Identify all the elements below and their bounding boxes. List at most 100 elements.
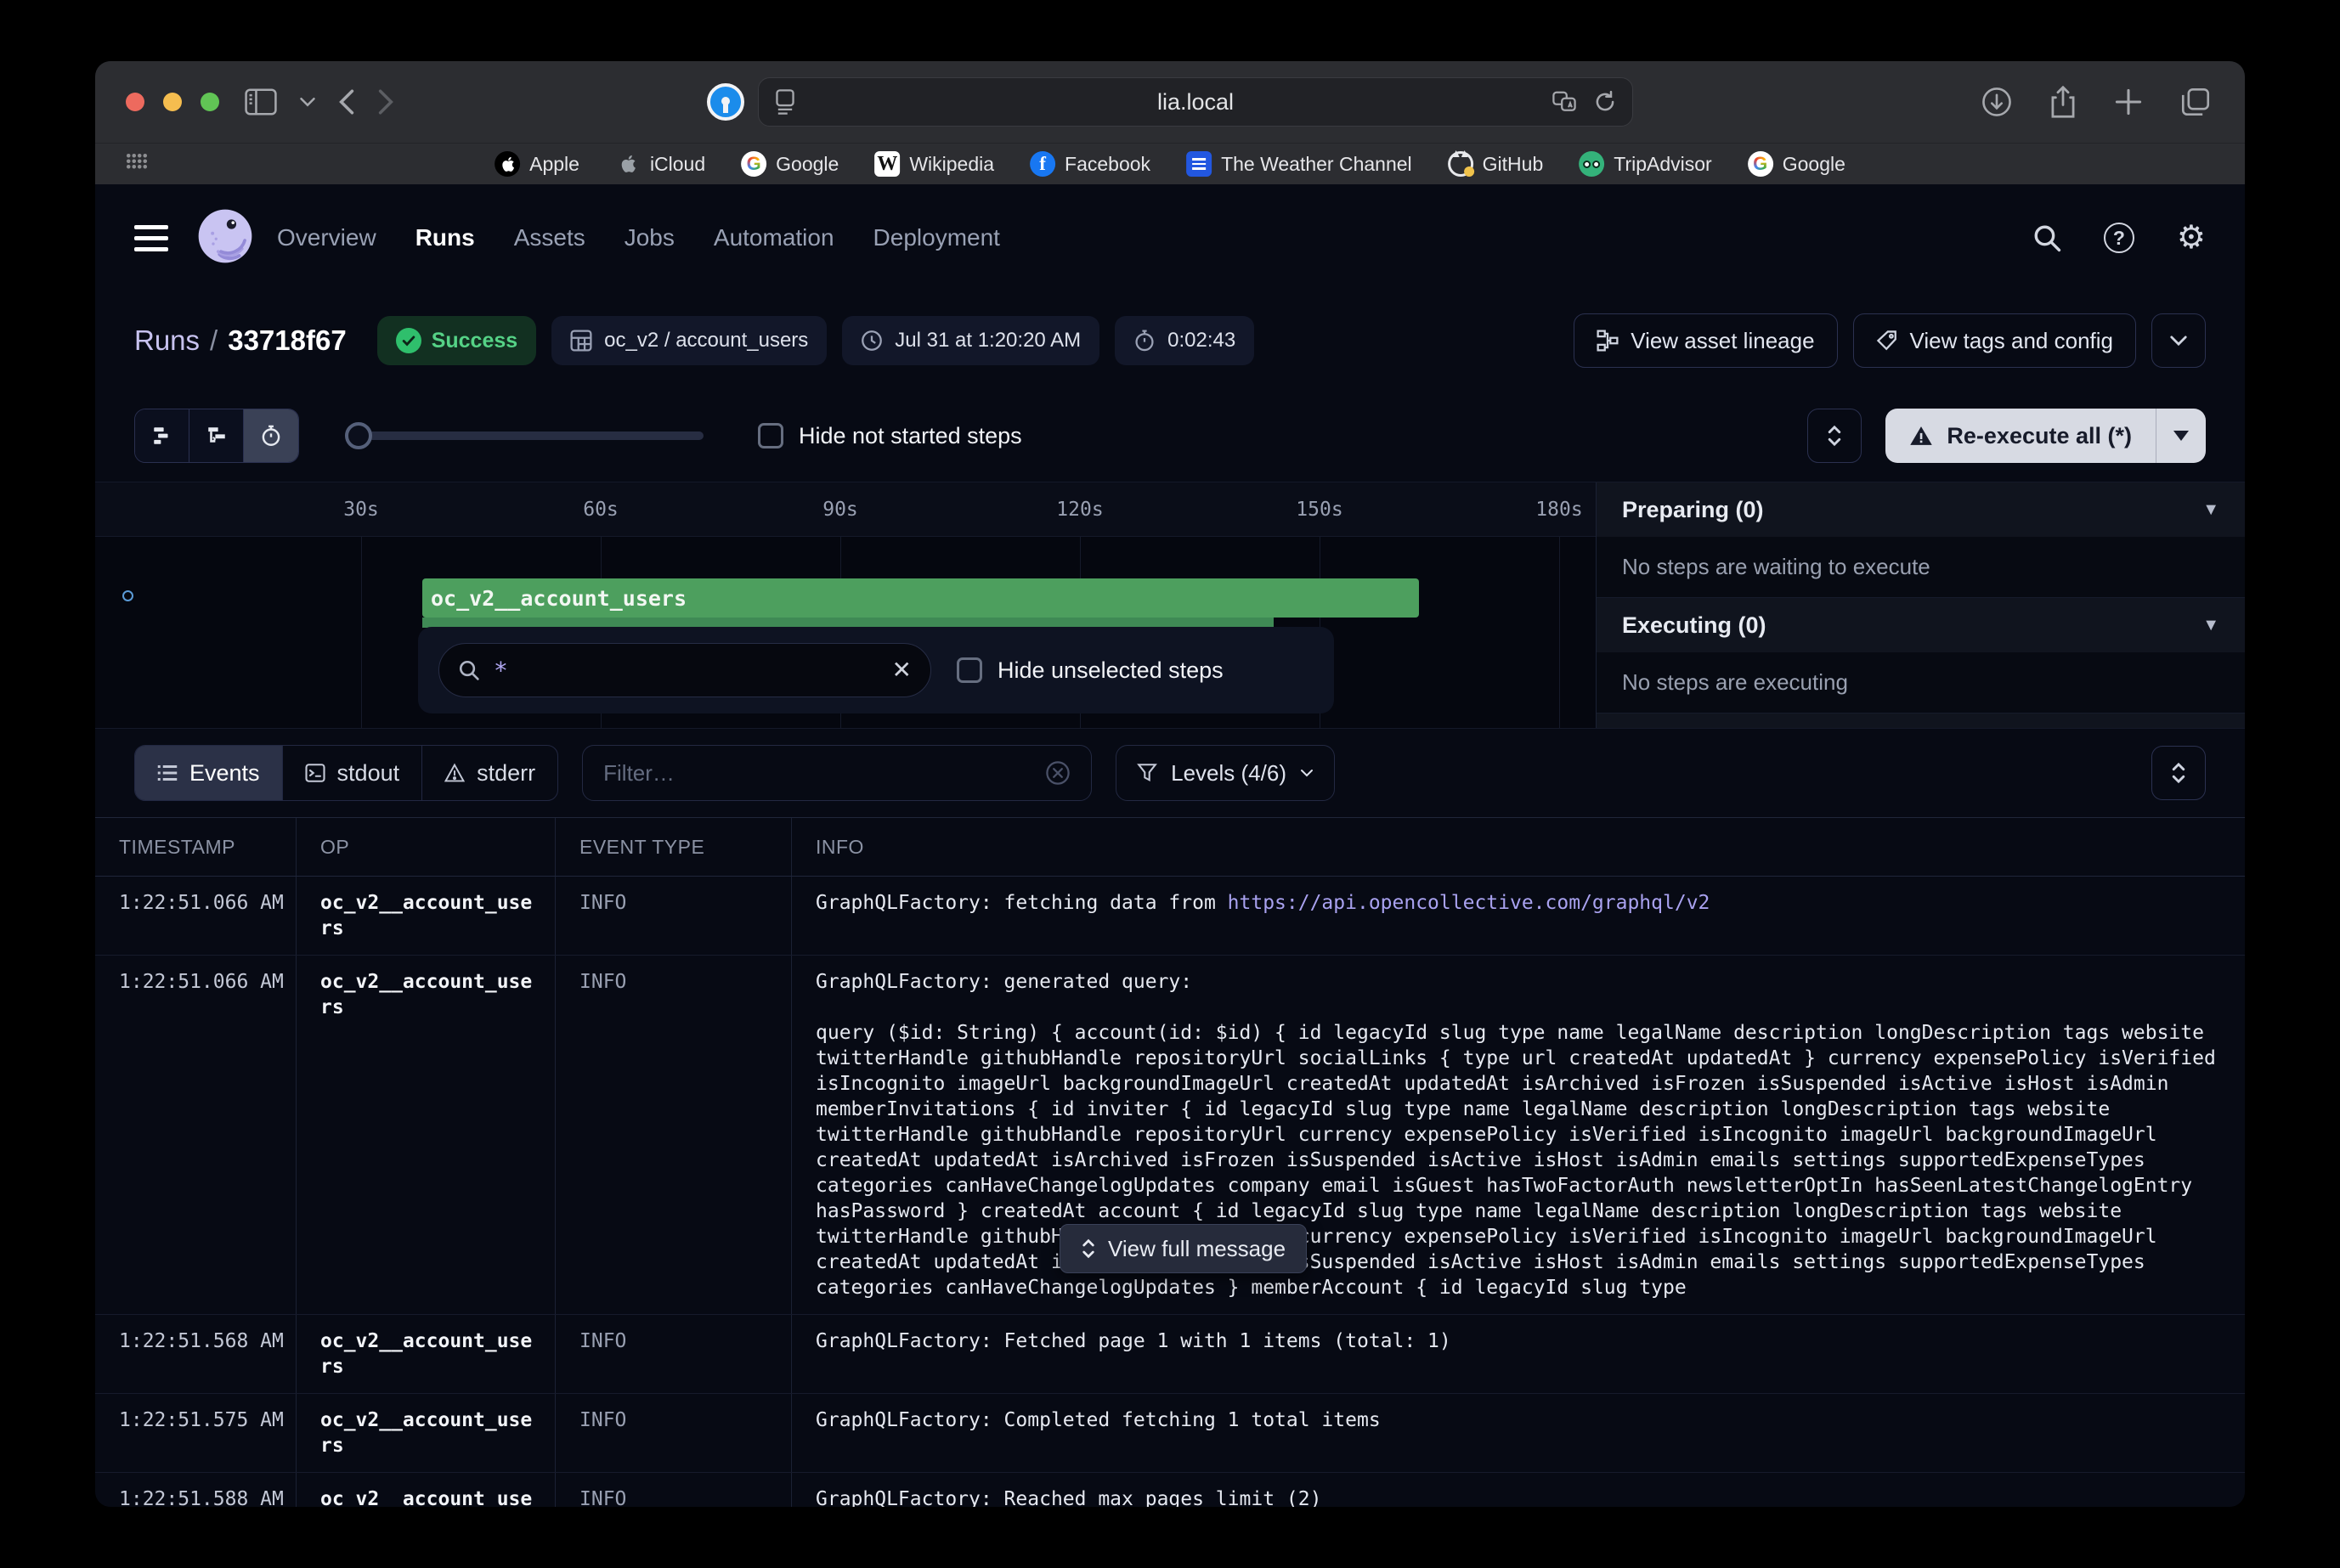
log-row[interactable]: 1:22:51.568 AM oc_v2__account_users INFO… bbox=[95, 1315, 2245, 1394]
view-mode-segment bbox=[134, 409, 299, 463]
tab-stdout[interactable]: stdout bbox=[283, 746, 423, 800]
tab-overview-icon[interactable] bbox=[2180, 87, 2211, 117]
hide-not-started-checkbox[interactable] bbox=[758, 423, 783, 448]
timeline-zoom-slider[interactable] bbox=[347, 423, 704, 448]
bookmark-google-2[interactable]: G Google bbox=[1748, 151, 1845, 177]
address-bar[interactable]: lia.local bbox=[758, 77, 1633, 127]
axis-tick: 150s bbox=[1296, 499, 1342, 521]
step-search-input[interactable] bbox=[494, 657, 879, 685]
hamburger-menu-icon[interactable] bbox=[134, 225, 168, 251]
help-icon[interactable]: ? bbox=[2104, 223, 2134, 253]
nav-assets[interactable]: Assets bbox=[514, 224, 585, 251]
terminal-icon bbox=[305, 763, 325, 783]
view-full-message-button[interactable]: View full message bbox=[1060, 1224, 1307, 1273]
log-event-type: INFO bbox=[556, 956, 792, 1314]
col-event-type[interactable]: EVENT TYPE bbox=[556, 818, 792, 876]
zoom-window-button[interactable] bbox=[201, 93, 219, 111]
forward-icon[interactable] bbox=[377, 88, 394, 116]
log-row[interactable]: 1:22:51.066 AM oc_v2__account_users INFO… bbox=[95, 877, 2245, 956]
clear-filter-icon[interactable] bbox=[1045, 760, 1071, 786]
nav-runs[interactable]: Runs bbox=[415, 224, 475, 251]
tab-label: stderr bbox=[477, 760, 535, 787]
onepassword-icon[interactable] bbox=[707, 83, 744, 121]
log-timestamp: 1:22:51.575 AM bbox=[95, 1394, 297, 1472]
bookmark-label: Facebook bbox=[1065, 153, 1150, 176]
expand-panel-button[interactable] bbox=[1807, 409, 1862, 463]
browser-window: lia.local bbox=[95, 61, 2245, 1507]
sidebar-chevron-icon[interactable] bbox=[299, 96, 316, 108]
bookmark-wikipedia[interactable]: W Wikipedia bbox=[874, 151, 994, 177]
bookmark-weather-channel[interactable]: The Weather Channel bbox=[1186, 151, 1412, 177]
step-bar[interactable]: oc_v2__account_users bbox=[422, 578, 1419, 618]
share-icon[interactable] bbox=[2049, 86, 2077, 118]
job-name: oc_v2 / account_users bbox=[604, 329, 808, 353]
timing-view-icon[interactable] bbox=[244, 409, 298, 462]
log-info-link[interactable]: https://api.opencollective.com/graphql/v… bbox=[1228, 892, 1710, 914]
log-filter-input[interactable] bbox=[603, 760, 1032, 787]
bookmark-github[interactable]: GitHub bbox=[1448, 151, 1544, 177]
step-marker-dot[interactable] bbox=[122, 590, 133, 601]
dagster-logo[interactable] bbox=[197, 208, 253, 268]
run-actions-dropdown-button[interactable] bbox=[2151, 313, 2206, 368]
start-time-tag[interactable]: Jul 31 at 1:20:20 AM bbox=[842, 316, 1099, 365]
log-filter-box bbox=[582, 745, 1092, 801]
new-tab-icon[interactable] bbox=[2114, 87, 2143, 116]
view-tags-config-label: View tags and config bbox=[1910, 328, 2113, 354]
errored-section-header[interactable]: Errored (0) ▼ bbox=[1597, 713, 2245, 728]
tab-stderr[interactable]: stderr bbox=[422, 746, 557, 800]
reexecute-all-button[interactable]: Re-execute all (*) bbox=[1885, 409, 2156, 463]
view-asset-lineage-label: View asset lineage bbox=[1631, 328, 1814, 354]
translate-icon[interactable] bbox=[1552, 91, 1576, 113]
log-row[interactable]: 1:22:51.588 AM oc_v2__account_users INFO… bbox=[95, 1473, 2245, 1507]
reader-icon[interactable] bbox=[774, 89, 796, 115]
app-grid-icon[interactable] bbox=[126, 153, 148, 175]
settings-gear-icon[interactable]: ⚙ bbox=[2177, 222, 2206, 254]
bookmark-google[interactable]: G Google bbox=[741, 151, 839, 177]
search-icon[interactable] bbox=[2032, 223, 2061, 252]
logs-section: Events stdout stderr bbox=[95, 728, 2245, 1507]
hide-unselected-checkbox[interactable] bbox=[957, 657, 982, 683]
downloads-icon[interactable] bbox=[1981, 87, 2012, 117]
waterfall-view-icon[interactable] bbox=[189, 409, 244, 462]
bookmark-facebook[interactable]: f Facebook bbox=[1030, 151, 1150, 177]
nav-overview[interactable]: Overview bbox=[277, 224, 376, 251]
tag-icon bbox=[1876, 330, 1898, 352]
reload-icon[interactable] bbox=[1593, 90, 1617, 114]
reexecute-dropdown-button[interactable] bbox=[2156, 409, 2206, 463]
minimize-window-button[interactable] bbox=[163, 93, 182, 111]
breadcrumb: Runs/33718f67 bbox=[134, 324, 347, 357]
preparing-section-header[interactable]: Preparing (0) ▼ bbox=[1597, 482, 2245, 537]
gantt-chart[interactable]: oc_v2__account_users ✕ Hide unsele bbox=[95, 537, 1596, 728]
bookmark-icloud[interactable]: iCloud bbox=[615, 151, 705, 177]
sidebar-toggle-icon[interactable] bbox=[245, 88, 277, 116]
executing-section-header[interactable]: Executing (0) ▼ bbox=[1597, 598, 2245, 652]
view-tags-config-button[interactable]: View tags and config bbox=[1853, 313, 2136, 368]
levels-dropdown[interactable]: Levels (4/6) bbox=[1116, 745, 1335, 801]
status-label: Success bbox=[432, 329, 517, 353]
nav-jobs[interactable]: Jobs bbox=[625, 224, 675, 251]
job-tag[interactable]: oc_v2 / account_users bbox=[551, 316, 827, 365]
dagster-app: Overview Runs Assets Jobs Automation Dep… bbox=[95, 184, 2245, 1507]
nav-deployment[interactable]: Deployment bbox=[873, 224, 1000, 251]
log-timestamp: 1:22:51.066 AM bbox=[95, 956, 297, 1314]
col-info[interactable]: INFO bbox=[792, 818, 2245, 876]
expand-logs-button[interactable] bbox=[2151, 746, 2206, 800]
bookmark-tripadvisor[interactable]: TripAdvisor bbox=[1579, 151, 1711, 177]
duration-tag[interactable]: 0:02:43 bbox=[1115, 316, 1254, 365]
log-row[interactable]: 1:22:51.575 AM oc_v2__account_users INFO… bbox=[95, 1394, 2245, 1473]
close-window-button[interactable] bbox=[126, 93, 144, 111]
col-op[interactable]: OP bbox=[297, 818, 556, 876]
flat-view-icon[interactable] bbox=[135, 409, 189, 462]
tab-events[interactable]: Events bbox=[135, 746, 283, 800]
reexecute-split-button: Re-execute all (*) bbox=[1885, 409, 2206, 463]
bookmark-apple[interactable]: Apple bbox=[495, 151, 579, 177]
breadcrumb-runs-link[interactable]: Runs bbox=[134, 324, 200, 356]
clear-search-icon[interactable]: ✕ bbox=[892, 658, 912, 682]
slider-knob[interactable] bbox=[345, 422, 372, 449]
axis-tick: 30s bbox=[343, 499, 379, 521]
time-axis: 30s 60s 90s 120s 150s 180s bbox=[95, 482, 1596, 537]
nav-automation[interactable]: Automation bbox=[714, 224, 834, 251]
view-asset-lineage-button[interactable]: View asset lineage bbox=[1574, 313, 1837, 368]
col-timestamp[interactable]: TIMESTAMP bbox=[95, 818, 297, 876]
back-icon[interactable] bbox=[338, 88, 355, 116]
